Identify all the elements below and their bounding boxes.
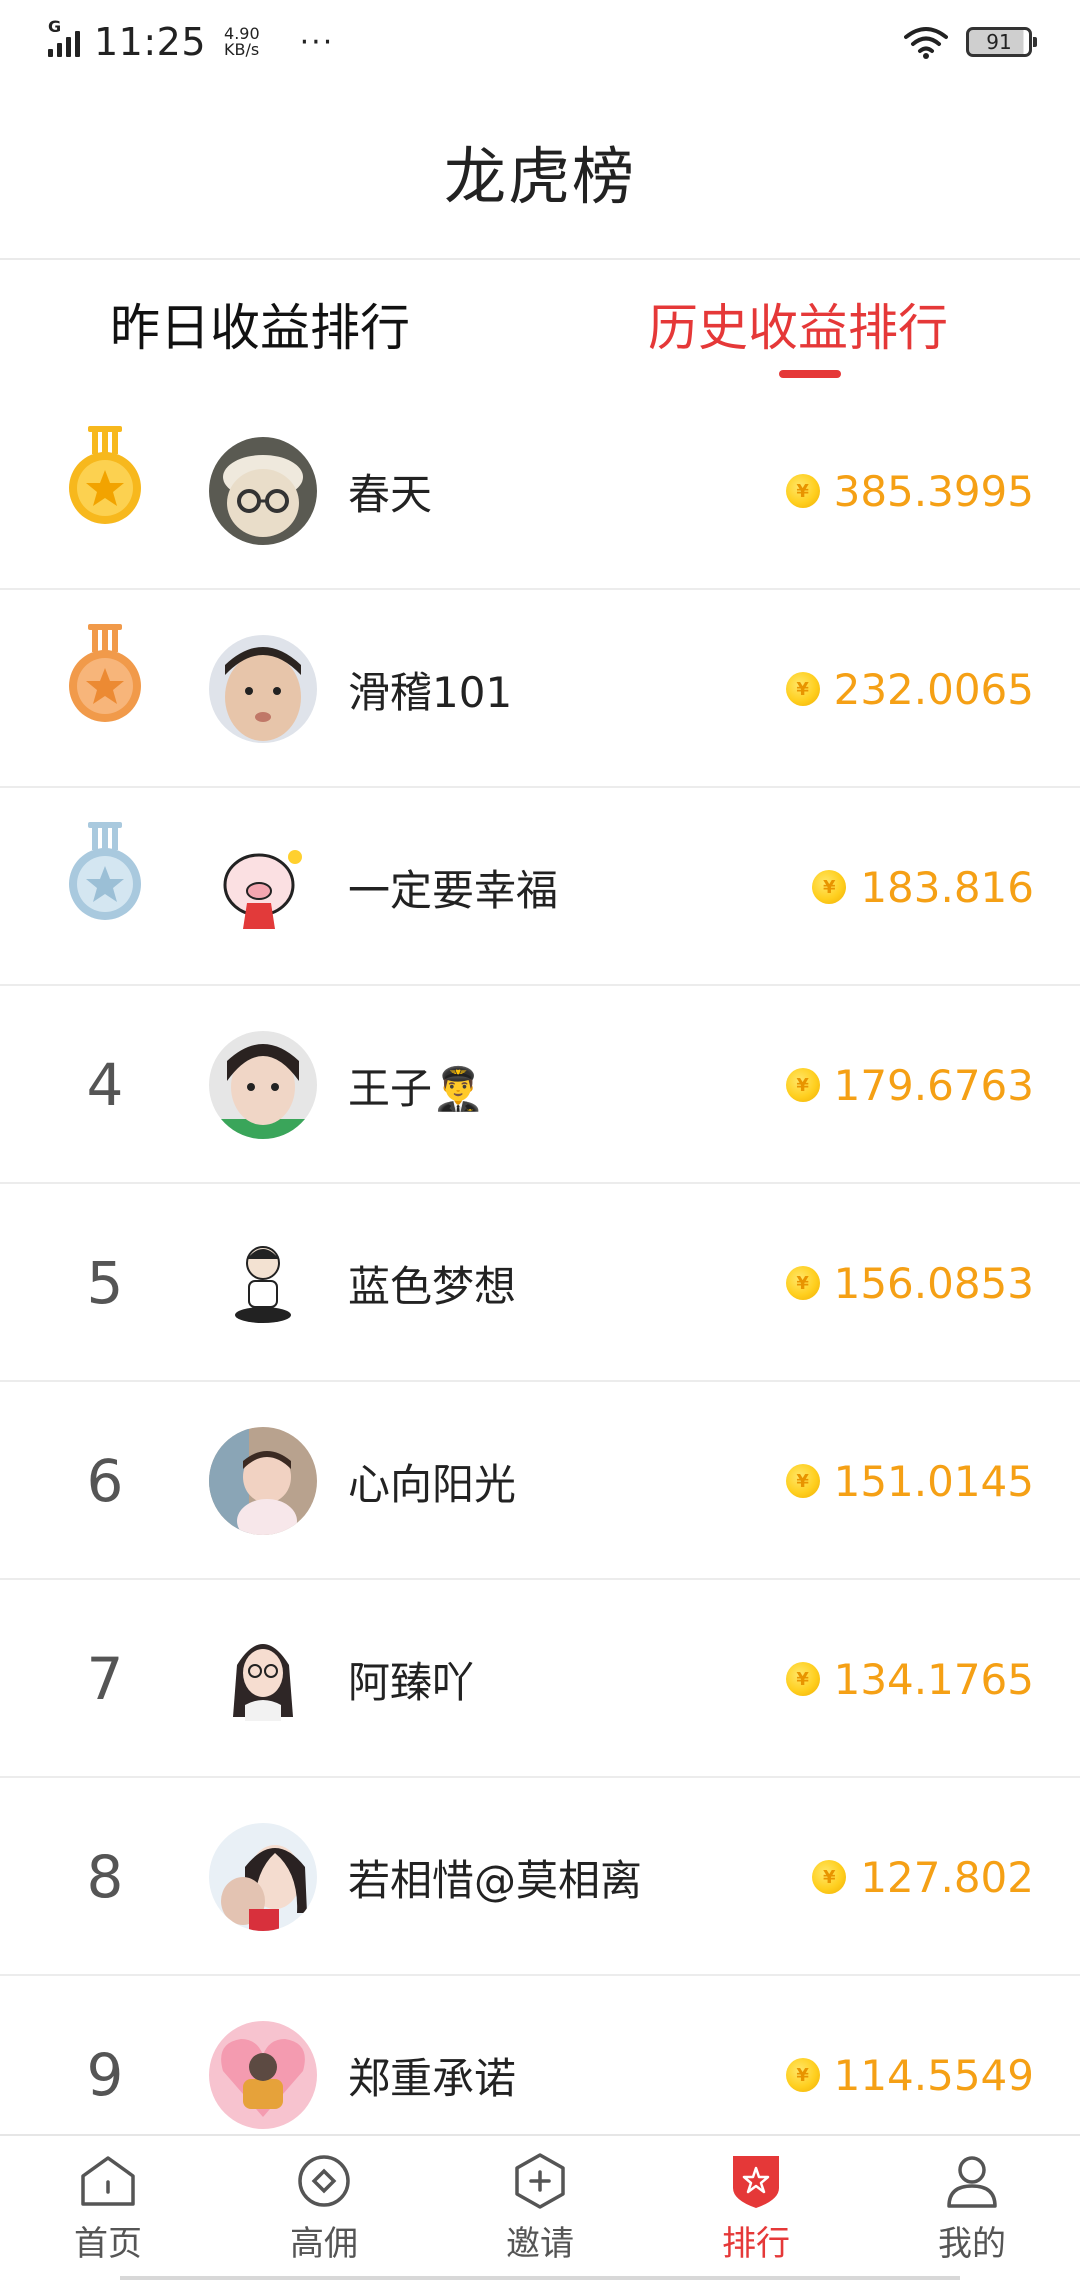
tab-bar: 昨日收益排行 历史收益排行 [0, 260, 1080, 392]
score-value: 183.816 [860, 862, 1034, 912]
user-name: 滑稽101 [348, 667, 513, 717]
home-icon [81, 2156, 135, 2206]
nav-home[interactable]: 首页 [0, 2136, 216, 2280]
ranking-row[interactable]: 8 若相惜@莫相离 ¥ 127.802 [0, 1778, 1080, 1976]
wifi-icon [904, 27, 948, 59]
ranking-row[interactable]: 4 王子👨‍✈️ ¥ 179.6763 [0, 986, 1080, 1184]
coin-icon: ¥ [785, 1662, 820, 1696]
home-indicator [120, 2276, 960, 2280]
commission-icon [298, 2155, 350, 2207]
user-name: 春天 [348, 469, 433, 519]
signal-icon: G [48, 17, 80, 57]
gold-medal-icon [69, 426, 141, 524]
tab-yesterday-earnings[interactable]: 昨日收益排行 [110, 288, 410, 360]
score-value: 114.5549 [833, 2050, 1034, 2100]
user-name: 若相惜@莫相离 [348, 1855, 643, 1905]
coin-icon: ¥ [812, 870, 847, 904]
bronze-medal-icon [69, 624, 141, 722]
score-value: 156.0853 [833, 1258, 1034, 1308]
ranking-row[interactable]: 滑稽101 ¥ 232.0065 [0, 590, 1080, 788]
bottom-nav: 首页 高佣 邀请 排行 我的 [0, 2134, 1080, 2280]
coin-icon: ¥ [785, 1464, 820, 1498]
avatar [209, 635, 317, 743]
avatar [209, 1229, 317, 1337]
invite-icon [515, 2153, 565, 2209]
nav-label: 我的 [938, 2224, 1006, 2264]
nav-label: 排行 [722, 2224, 790, 2264]
ranking-row[interactable]: 一定要幸福 ¥ 183.816 [0, 788, 1080, 986]
avatar [209, 1823, 317, 1931]
score: ¥ 156.0853 [785, 1184, 1034, 1382]
avatar [209, 1427, 317, 1535]
score-value: 134.1765 [833, 1654, 1034, 1704]
active-tab-indicator [779, 370, 841, 378]
ranking-row[interactable]: 6 心向阳光 ¥ 151.0145 [0, 1382, 1080, 1580]
nav-profile[interactable]: 我的 [864, 2136, 1080, 2280]
coin-icon: ¥ [785, 1068, 820, 1102]
score: ¥ 385.3995 [785, 392, 1034, 590]
ranking-row[interactable]: 7 阿臻吖 ¥ 134.1765 [0, 1580, 1080, 1778]
coin-icon: ¥ [785, 474, 820, 508]
tab-history-earnings[interactable]: 历史收益排行 [648, 288, 948, 360]
ranking-page: G 11:25 4.90 KB/s ··· 91 龙虎榜 昨日收益排行 历史收益… [0, 0, 1080, 2280]
header: 龙虎榜 [0, 84, 1080, 260]
score-value: 151.0145 [833, 1456, 1034, 1506]
avatar [209, 833, 317, 941]
user-name: 心向阳光 [348, 1459, 517, 1509]
user-name: 蓝色梦想 [348, 1261, 517, 1311]
score-value: 232.0065 [833, 664, 1034, 714]
rank-number: 6 [86, 1447, 124, 1515]
avatar [209, 437, 317, 545]
ranking-list: 春天 ¥ 385.3995 滑稽101 ¥ 232.0065 一定要幸福 ¥ 1… [0, 392, 1080, 2174]
nav-commission[interactable]: 高佣 [216, 2136, 432, 2280]
score: ¥ 151.0145 [785, 1382, 1034, 1580]
nav-label: 首页 [74, 2224, 142, 2264]
score: ¥ 127.802 [812, 1778, 1034, 1976]
user-name: 一定要幸福 [348, 865, 559, 915]
coin-icon: ¥ [785, 2058, 820, 2092]
score-value: 127.802 [860, 1852, 1034, 1902]
score: ¥ 232.0065 [785, 590, 1034, 788]
nav-invite[interactable]: 邀请 [432, 2136, 648, 2280]
rank-number: 8 [86, 1843, 124, 1911]
score: ¥ 183.816 [812, 788, 1034, 986]
score: ¥ 134.1765 [785, 1580, 1034, 1778]
network-speed: 4.90 KB/s [224, 24, 260, 59]
clock: 11:25 [94, 20, 207, 64]
nav-label: 邀请 [506, 2224, 574, 2264]
status-bar: G 11:25 4.90 KB/s ··· 91 [0, 0, 1080, 84]
coin-icon: ¥ [812, 1860, 847, 1894]
coin-icon: ¥ [785, 672, 820, 706]
more-notifications-icon: ··· [299, 24, 335, 60]
rank-number: 4 [86, 1051, 124, 1119]
page-title: 龙虎榜 [443, 140, 636, 213]
silver-medal-icon [69, 822, 141, 920]
score-value: 179.6763 [833, 1060, 1034, 1110]
coin-icon: ¥ [785, 1266, 820, 1300]
ranking-row[interactable]: 5 蓝色梦想 ¥ 156.0853 [0, 1184, 1080, 1382]
score: ¥ 179.6763 [785, 986, 1034, 1184]
avatar [209, 2021, 317, 2129]
user-name: 阿臻吖 [348, 1657, 475, 1707]
avatar [209, 1625, 317, 1733]
nav-label: 高佣 [290, 2224, 358, 2264]
profile-icon [947, 2156, 997, 2208]
ranking-icon [733, 2156, 779, 2208]
ranking-row[interactable]: 春天 ¥ 385.3995 [0, 392, 1080, 590]
rank-number: 5 [86, 1249, 124, 1317]
score-value: 385.3995 [833, 466, 1034, 516]
battery-icon: 91 [966, 27, 1037, 57]
user-name: 王子👨‍✈️ [348, 1063, 485, 1113]
rank-number: 7 [86, 1645, 124, 1713]
nav-ranking[interactable]: 排行 [648, 2136, 864, 2280]
avatar [209, 1031, 317, 1139]
